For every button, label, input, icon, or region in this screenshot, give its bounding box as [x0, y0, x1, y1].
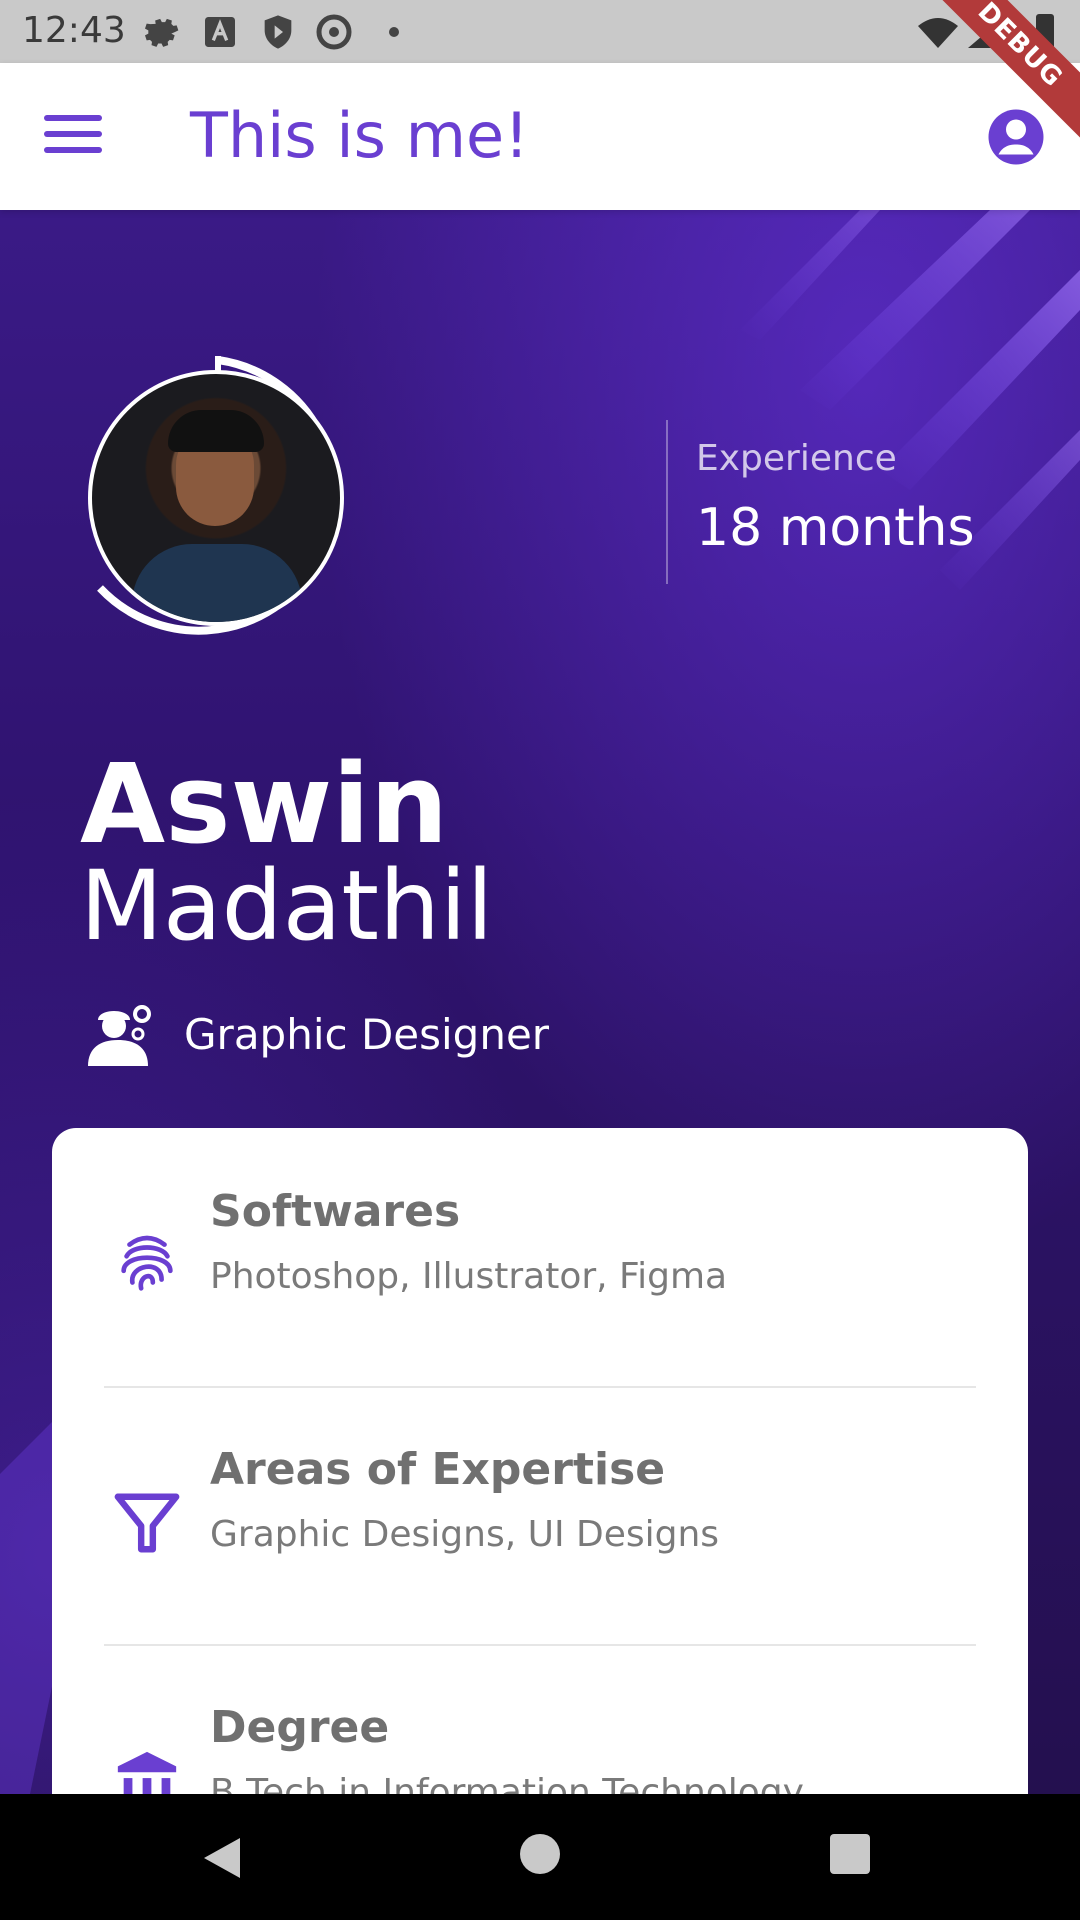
- bank-icon: [117, 1751, 177, 1794]
- app-bar: This is me!: [0, 63, 1080, 210]
- page-title: This is me!: [190, 99, 530, 172]
- experience-value: 18 months: [696, 498, 975, 558]
- engineer-icon: [88, 1005, 151, 1066]
- avatar-photo: [88, 370, 344, 626]
- item-value: Photoshop, Illustrator, Figma: [210, 1256, 728, 1297]
- avatar: [78, 338, 378, 658]
- experience-divider: [666, 420, 668, 584]
- at-icon: [316, 14, 352, 50]
- first-name: Aswin: [80, 740, 449, 868]
- item-value: Graphic Designs, UI Designs: [210, 1514, 720, 1555]
- list-item[interactable]: Softwares Photoshop, Illustrator, Figma: [52, 1128, 1028, 1384]
- item-title: Degree: [210, 1702, 390, 1753]
- menu-icon[interactable]: [44, 115, 102, 159]
- role-label: Graphic Designer: [184, 1010, 550, 1059]
- profile-hero: Experience 18 months Aswin Madathil Grap…: [0, 210, 1080, 1794]
- shield-icon: [264, 15, 292, 49]
- item-value: B.Tech in Information Technology: [210, 1772, 804, 1794]
- recents-icon[interactable]: [830, 1834, 870, 1874]
- back-icon[interactable]: [200, 1834, 244, 1882]
- list-item[interactable]: Degree B.Tech in Information Technology: [52, 1644, 1028, 1794]
- fingerprint-icon: [121, 1235, 173, 1291]
- home-icon[interactable]: [520, 1834, 560, 1874]
- experience-label: Experience: [696, 438, 897, 479]
- system-nav-bar: [0, 1794, 1080, 1920]
- dot-icon: [389, 27, 399, 37]
- item-title: Areas of Expertise: [210, 1444, 666, 1495]
- filter-icon: [114, 1493, 180, 1553]
- gear-icon: [145, 18, 179, 47]
- a-icon: [205, 17, 235, 47]
- status-time: 12:43: [22, 10, 126, 51]
- item-title: Softwares: [210, 1186, 461, 1237]
- details-card: Softwares Photoshop, Illustrator, Figma …: [52, 1128, 1028, 1794]
- list-item[interactable]: Areas of Expertise Graphic Designs, UI D…: [52, 1386, 1028, 1642]
- status-bar: 12:43: [0, 0, 1080, 63]
- account-circle-icon[interactable]: [986, 107, 1046, 167]
- last-name: Madathil: [80, 850, 494, 962]
